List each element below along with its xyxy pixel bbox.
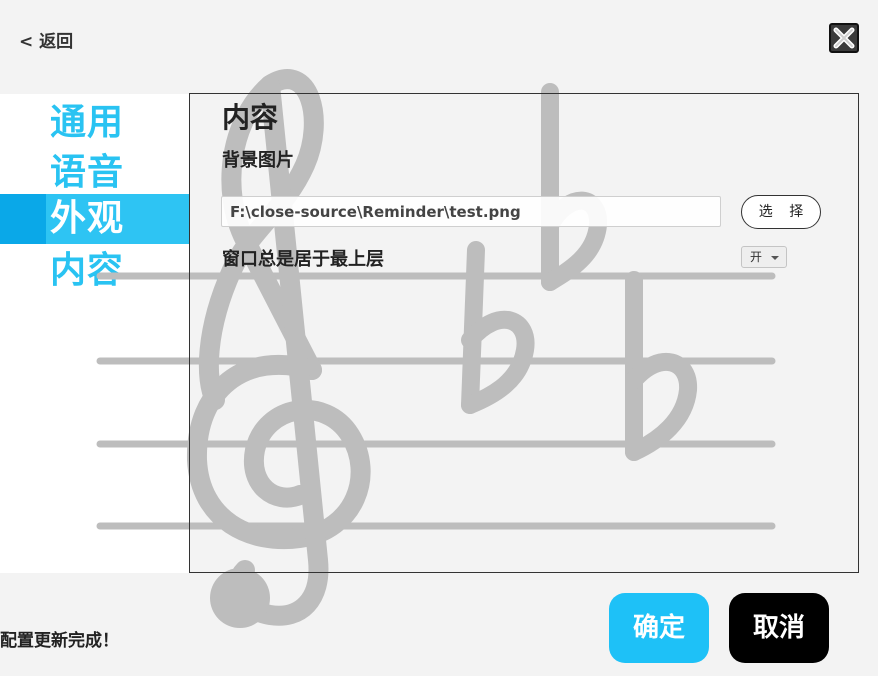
sidebar-item-label: 内容	[50, 250, 125, 291]
always-on-top-value: 开	[750, 250, 763, 264]
status-message: 配置更新完成！	[0, 631, 119, 651]
close-button[interactable]	[829, 23, 859, 53]
sidebar-item-label: 语音	[50, 152, 125, 193]
sidebar: 通用 语音 外观 内容	[0, 94, 190, 573]
back-label: < 返回	[19, 32, 74, 52]
cancel-button[interactable]: 取消	[729, 593, 829, 663]
background-image-label: 背景图片	[222, 150, 294, 171]
sidebar-item-content[interactable]: 内容	[0, 246, 190, 296]
sidebar-item-voice[interactable]: 语音	[0, 148, 190, 198]
panel-title: 内容	[222, 101, 279, 134]
sidebar-item-label: 通用	[50, 102, 125, 143]
sidebar-item-appearance[interactable]: 外观	[0, 194, 190, 244]
always-on-top-select[interactable]: 开	[741, 246, 787, 268]
always-on-top-label: 窗口总是居于最上层	[222, 249, 384, 270]
choose-file-button[interactable]: 选 择	[741, 195, 821, 229]
sidebar-item-general[interactable]: 通用	[0, 98, 190, 148]
sidebar-item-label: 外观	[50, 198, 125, 239]
back-button[interactable]: < 返回	[19, 27, 73, 52]
background-image-path-input[interactable]	[221, 196, 721, 227]
close-icon	[833, 27, 855, 49]
confirm-button[interactable]: 确定	[609, 593, 709, 663]
content-panel: 内容 背景图片 选 择 窗口总是居于最上层 开	[189, 93, 859, 573]
chevron-down-icon	[771, 256, 779, 260]
